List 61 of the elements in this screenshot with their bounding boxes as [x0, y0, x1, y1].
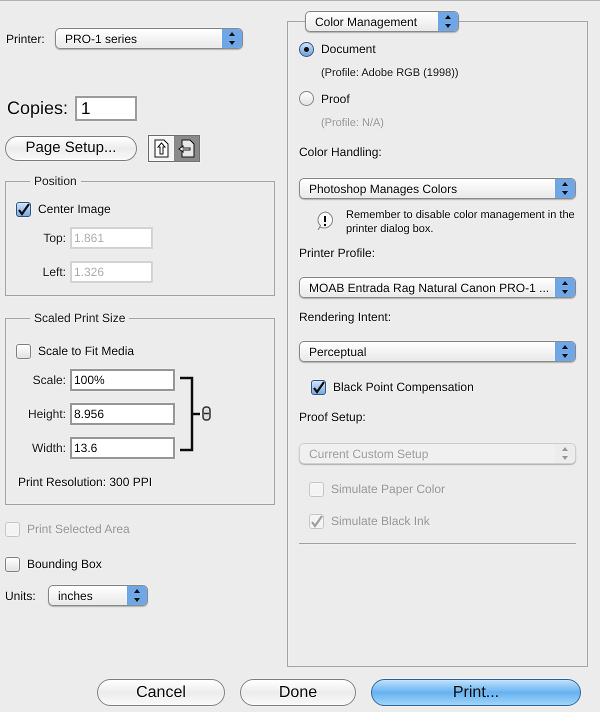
checkbox-label: Scale to Fit Media [38, 343, 134, 360]
radio-button[interactable] [299, 42, 314, 56]
checkbox-label: Simulate Black Ink [331, 513, 430, 530]
input-field[interactable]: 8.956 [70, 403, 175, 425]
field-label: Top: [42, 230, 66, 247]
popup-menu[interactable]: inches [48, 585, 148, 606]
checkbox-label: Black Point Compensation [333, 379, 474, 396]
page-setup-button[interactable]: Page Setup... [5, 136, 137, 161]
popup-menu[interactable]: Photoshop Manages Colors [299, 178, 576, 199]
radio-label: Document [321, 41, 376, 58]
stepper-arrows-icon [555, 342, 575, 361]
checkbox[interactable] [311, 380, 326, 394]
copies-label: Copies: [6, 97, 70, 120]
stepper-arrows-icon [438, 12, 458, 31]
orientation-toggle[interactable] [174, 136, 199, 161]
stepper-arrows-icon [127, 586, 147, 605]
popup-menu[interactable]: Perceptual [299, 341, 576, 362]
profile-note: (Profile: N/A) [321, 116, 385, 130]
checkmark-icon [310, 514, 323, 528]
section-label: Proof Setup: [299, 409, 367, 426]
section-label: Color Handling: [299, 144, 383, 161]
landscape-page-icon [178, 139, 195, 158]
warning-message: Remember to disable color management in the printer dialog box. [346, 208, 576, 236]
copies-field[interactable]: 1 [75, 96, 137, 121]
group-title: Scaled Print Size [33, 310, 126, 327]
checkbox-label: Print Selected Area [27, 521, 130, 538]
checkbox[interactable] [16, 344, 31, 358]
input-field[interactable]: 100% [70, 369, 175, 391]
stepper-arrows-icon [222, 29, 242, 48]
printer-label: Printer: [5, 30, 46, 48]
checkbox[interactable] [5, 556, 20, 572]
orientation-toggle[interactable] [149, 136, 174, 161]
stepper-arrows-icon [555, 278, 575, 297]
dialog-button[interactable]: Done [240, 679, 356, 706]
section-label: Rendering Intent: [299, 309, 392, 326]
section-label: Printer Profile: [299, 245, 376, 262]
popup-menu[interactable]: MOAB Entrada Rag Natural Canon PRO-1 ... [299, 277, 576, 298]
field-label: Scale: [32, 372, 66, 389]
checkbox-label: Bounding Box [27, 556, 102, 573]
checkbox-label: Simulate Paper Color [331, 481, 446, 498]
dialog-button[interactable]: Cancel [97, 679, 225, 706]
checkmark-icon [312, 380, 325, 394]
profile-note: (Profile: Adobe RGB (1998)) [321, 66, 460, 81]
checkbox-label: Center Image [38, 201, 111, 218]
units-label: Units: [5, 588, 37, 604]
field-label: Width: [30, 440, 66, 457]
stepper-arrows-icon [555, 444, 575, 463]
popup-menu[interactable]: Color Management [305, 11, 459, 32]
print-resolution: Print Resolution: 300 PPI [18, 474, 154, 491]
print-button[interactable]: Print... [371, 679, 581, 706]
popup-menu[interactable]: PRO-1 series [55, 28, 243, 49]
radio-button[interactable] [299, 91, 314, 106]
portrait-page-icon [154, 139, 169, 158]
group-title: Position [33, 173, 78, 190]
stepper-arrows-icon [555, 179, 575, 198]
field-label: Height: [26, 406, 66, 423]
checkbox[interactable] [16, 202, 31, 216]
field-label: Left: [42, 264, 66, 281]
radio-label: Proof [321, 90, 350, 108]
checkmark-icon [17, 202, 30, 216]
input-field[interactable]: 13.6 [70, 437, 175, 459]
